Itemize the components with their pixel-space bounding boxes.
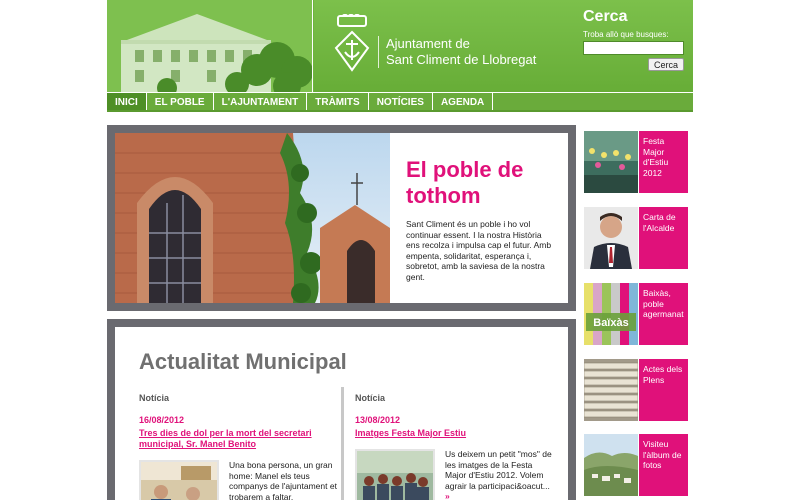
news-body: Us deixem un petit "mos" de les imatges … [355,449,555,500]
sidebar-item-album-fotos[interactable]: Visiteu l'àlbum de fotos [584,434,688,496]
news-headline-link[interactable]: Tres dies de dol per la mort del secreta… [139,428,339,450]
nav-item-inici[interactable]: INICI [107,93,147,110]
news-headline-link[interactable]: Imatges Festa Major Estiu [355,428,555,439]
nav-item-el-poble[interactable]: EL POBLE [147,93,214,110]
news-content: Actualitat Municipal Notícia 16/08/2012 … [115,327,568,500]
documents-photo-icon [584,359,638,421]
site-title[interactable]: Ajuntament de Sant Climent de Llobregat [386,36,536,68]
news-summary-text: Us deixem un petit "mos" de les imatges … [445,449,552,491]
site-title-line2: Sant Climent de Llobregat [386,52,537,67]
sidebar-item-label: Actes dels Plens [639,359,688,421]
baixas-logo-text: Baïxàs [593,317,628,329]
mayor-photo-icon [584,207,638,269]
sidebar-item-label: Visiteu l'àlbum de fotos [639,434,688,496]
nav-item-noticies[interactable]: NOTÍCIES [369,93,433,110]
news-date: 13/08/2012 [355,415,401,425]
site-title-line1: Ajuntament de [386,36,470,51]
search-title: Cerca [583,8,628,25]
read-more-link[interactable]: » [445,491,450,500]
news-thumbnail[interactable] [139,460,219,500]
search-hint: Troba allò que busques: [583,30,669,39]
sidebar-item-label: Festa Major d'Estiu 2012 [639,131,688,193]
hero-description: Sant Climent és un poble i ho vol contin… [406,219,552,282]
news-item: Notícia 16/08/2012 Tres dies de dol per … [139,393,339,500]
sidebar-item-actes-plens[interactable]: Actes dels Plens [584,359,688,421]
sidebar-item-label: Baixàs, poble agermanat [639,283,688,345]
news-summary: Us deixem un petit "mos" de les imatges … [445,449,555,500]
town-hall-photo [107,0,313,92]
news-summary: Una bona persona, un gran home: Manel el… [229,460,337,500]
news-kind: Notícia [139,393,170,403]
news-section-title: Actualitat Municipal [139,349,347,374]
news-date: 16/08/2012 [139,415,185,425]
search-input[interactable] [583,41,684,55]
sidebar-item-carta-alcalde[interactable]: Carta de l'Alcalde [584,207,688,269]
sidebar-item-label: Carta de l'Alcalde [639,207,688,269]
sidebar-item-baixas[interactable]: Baïxàs Baixàs, poble agermanat [584,283,688,345]
news-column-divider [341,387,344,500]
site-header: Ajuntament de Sant Climent de Llobregat … [107,0,693,92]
news-item: Notícia 13/08/2012 Imatges Festa Major E… [355,393,555,500]
coat-of-arms-icon [334,14,370,72]
nav-item-ajuntament[interactable]: L'AJUNTAMENT [214,93,308,110]
news-section: Actualitat Municipal Notícia 16/08/2012 … [107,319,576,500]
hero-banner: El poble de tothom Sant Climent és un po… [107,125,576,311]
news-body: Una bona persona, un gran home: Manel el… [139,460,339,500]
festa-photo-icon [584,131,638,193]
landscape-photo-icon [584,434,638,496]
search-button[interactable]: Cerca [648,58,684,71]
news-kind: Notícia [355,393,386,403]
search-panel: Cerca Troba allò que busques: Cerca [574,0,693,92]
nav-item-tramits[interactable]: TRÀMITS [307,93,369,110]
nav-item-agenda[interactable]: AGENDA [433,93,494,110]
baixas-logo-icon: Baïxàs [584,283,638,345]
church-photo[interactable] [115,133,390,303]
news-thumbnail[interactable] [355,449,435,500]
main-nav: INICI EL POBLE L'AJUNTAMENT TRÀMITS NOTÍ… [107,93,693,112]
brand-divider [378,36,379,68]
hero-title: El poble de tothom [406,157,524,208]
sidebar-item-festa-major[interactable]: Festa Major d'Estiu 2012 [584,131,688,193]
hero-content: El poble de tothom Sant Climent és un po… [115,133,568,303]
